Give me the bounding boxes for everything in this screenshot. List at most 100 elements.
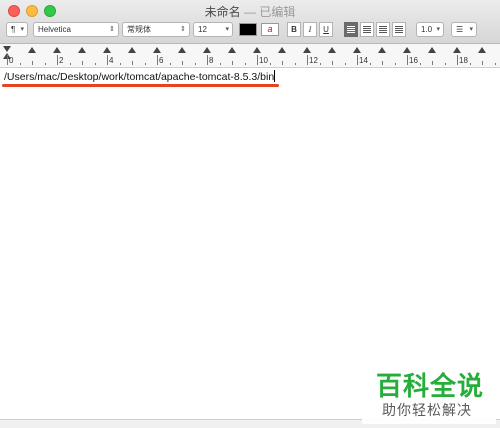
- ruler-tick: [19, 63, 21, 65]
- stepper-arrows-icon: ⇕: [109, 26, 115, 33]
- italic-button[interactable]: I: [303, 22, 317, 37]
- ruler-tick: [107, 55, 108, 65]
- list-style-popup[interactable]: ☰ ▾: [451, 22, 477, 37]
- highlight-underline: [2, 84, 279, 87]
- ruler-tick: [44, 63, 46, 65]
- ruler-label: 4: [109, 56, 114, 65]
- paragraph-icon: ¶: [11, 25, 16, 34]
- ruler-tick: [269, 63, 271, 65]
- ruler-tick: [332, 61, 333, 65]
- tab-stop-marker[interactable]: [128, 47, 136, 53]
- tab-stop-marker[interactable]: [453, 47, 461, 53]
- font-size-value: 12: [198, 25, 207, 34]
- ruler-tick: [194, 63, 196, 65]
- ruler-tick: [407, 55, 408, 65]
- ruler-tick: [219, 63, 221, 65]
- font-style-value: 常规体: [127, 25, 151, 34]
- ruler-label: 0: [9, 56, 14, 65]
- tab-stop-marker[interactable]: [378, 47, 386, 53]
- ruler-tick: [294, 63, 296, 65]
- tab-stop-marker[interactable]: [153, 47, 161, 53]
- align-right-icon: [379, 26, 387, 33]
- ruler-tick: [319, 63, 321, 65]
- tab-stop-marker[interactable]: [103, 47, 111, 53]
- tab-stop-marker[interactable]: [178, 47, 186, 53]
- chevron-down-icon: ▾: [436, 26, 440, 33]
- font-size-combo[interactable]: 12 ▾: [193, 22, 233, 37]
- chevron-down-icon: ▾: [20, 26, 24, 33]
- title-toolbar: 未命名 — 已编辑 ¶ ▾ Helvetica ⇕ 常规体 ⇕ 12 ▾ a B: [0, 0, 500, 44]
- ruler-tick: [144, 63, 146, 65]
- ruler-tick: [444, 63, 446, 65]
- list-icon: ☰: [456, 25, 464, 34]
- ruler-tick: [394, 63, 396, 65]
- font-style-popup[interactable]: 常规体 ⇕: [122, 22, 190, 37]
- ruler-label: 6: [159, 56, 164, 65]
- ruler-tick: [244, 63, 246, 65]
- align-right-button[interactable]: [376, 22, 390, 37]
- tab-stop-marker[interactable]: [53, 47, 61, 53]
- bold-button[interactable]: B: [287, 22, 301, 37]
- tab-stop-marker[interactable]: [203, 47, 211, 53]
- underline-button[interactable]: U: [319, 22, 333, 37]
- tab-stop-marker[interactable]: [253, 47, 261, 53]
- ruler-tick: [57, 55, 58, 65]
- tab-stop-marker[interactable]: [28, 47, 36, 53]
- tab-stop-marker[interactable]: [353, 47, 361, 53]
- ruler-tick: [419, 63, 421, 65]
- highlight-color-well[interactable]: a: [261, 23, 279, 36]
- line-spacing-popup[interactable]: 1.0 ▾: [416, 22, 444, 37]
- ruler-tick: [494, 63, 496, 65]
- ruler-tick: [169, 63, 171, 65]
- textedit-window: 未命名 — 已编辑 ¶ ▾ Helvetica ⇕ 常规体 ⇕ 12 ▾ a B: [0, 0, 500, 428]
- tab-stop-marker[interactable]: [228, 47, 236, 53]
- ruler-tick: [457, 55, 458, 65]
- justify-button[interactable]: [392, 22, 406, 37]
- ruler-tick: [7, 55, 8, 65]
- ruler-tick: [469, 63, 471, 65]
- underline-label: U: [323, 25, 329, 34]
- text-color-well[interactable]: [239, 23, 257, 36]
- ruler-label: 18: [459, 56, 468, 65]
- ruler-tick: [307, 55, 308, 65]
- tab-stop-marker[interactable]: [478, 47, 486, 53]
- highlight-icon: a: [267, 24, 273, 34]
- tab-stop-marker[interactable]: [78, 47, 86, 53]
- font-family-popup[interactable]: Helvetica ⇕: [33, 22, 119, 37]
- watermark: 百科全说 助你轻松解决: [362, 360, 496, 424]
- tab-stop-marker[interactable]: [328, 47, 336, 53]
- tab-stop-marker[interactable]: [428, 47, 436, 53]
- document-name: 未命名: [204, 5, 241, 19]
- tab-stop-marker[interactable]: [403, 47, 411, 53]
- paragraph-style-popup[interactable]: ¶ ▾: [6, 22, 28, 37]
- document-text[interactable]: /Users/mac/Desktop/work/tomcat/apache-to…: [4, 70, 276, 83]
- ruler-tick: [232, 61, 233, 65]
- tab-stop-marker[interactable]: [303, 47, 311, 53]
- italic-label: I: [308, 25, 312, 34]
- ruler-tick: [32, 61, 33, 65]
- tab-stop-marker[interactable]: [278, 47, 286, 53]
- ruler-label: 12: [309, 56, 318, 65]
- text-caret: [274, 70, 276, 82]
- edited-status: 已编辑: [259, 5, 296, 19]
- align-left-button[interactable]: [344, 22, 358, 37]
- align-center-button[interactable]: [360, 22, 374, 37]
- ruler-label: 10: [259, 56, 268, 65]
- ruler-tick: [207, 55, 208, 65]
- justify-icon: [395, 26, 403, 33]
- line-spacing-value: 1.0: [421, 25, 433, 34]
- ruler-tick: [69, 63, 71, 65]
- path-text: /Users/mac/Desktop/work/tomcat/apache-to…: [4, 71, 275, 83]
- chevron-down-icon: ▾: [225, 26, 229, 33]
- title-separator: —: [244, 5, 256, 19]
- ruler-tick: [132, 61, 133, 65]
- ruler-label: 16: [409, 56, 418, 65]
- ruler-label: 2: [59, 56, 64, 65]
- ruler[interactable]: 0 2 4 6 8 10 12 14 16 18: [0, 44, 500, 68]
- ruler-tick: [369, 63, 371, 65]
- watermark-brand: 百科全说: [376, 371, 485, 401]
- ruler-tick: [94, 63, 96, 65]
- left-indent-marker[interactable]: [3, 46, 11, 52]
- align-center-icon: [363, 26, 371, 33]
- ruler-tick: [432, 61, 433, 65]
